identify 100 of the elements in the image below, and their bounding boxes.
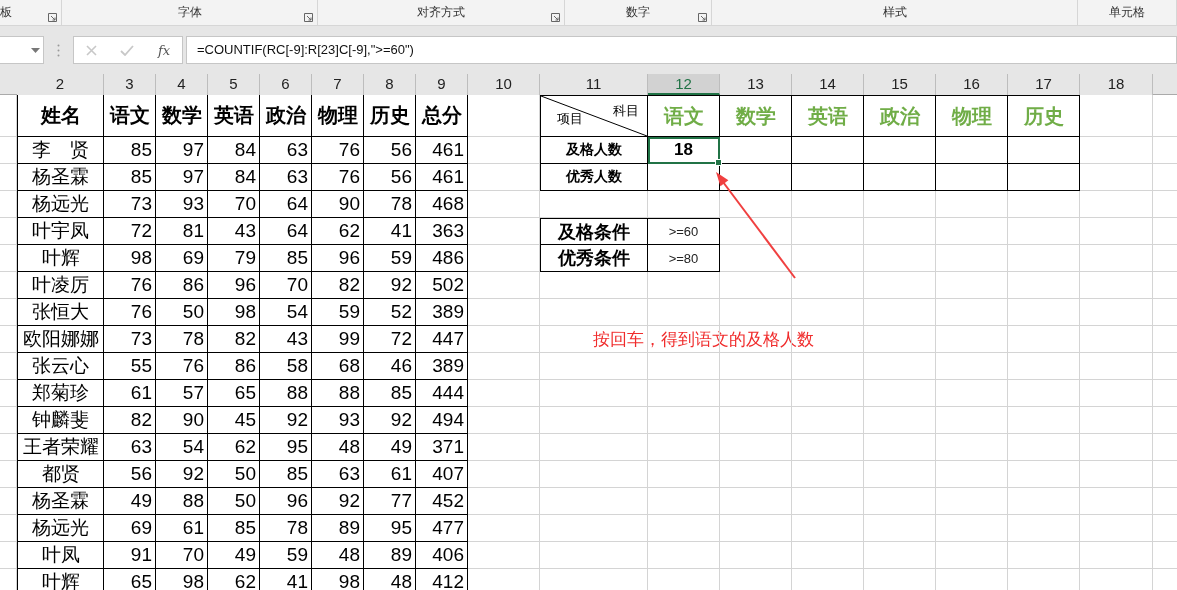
table-cell: 73 bbox=[104, 326, 156, 353]
table-cell: 56 bbox=[364, 164, 416, 191]
column-header[interactable]: 4 bbox=[156, 74, 208, 95]
table-cell: 61 bbox=[104, 380, 156, 407]
table-cell: 61 bbox=[364, 461, 416, 488]
column-header[interactable]: 13 bbox=[720, 74, 792, 95]
table-cell: 70 bbox=[208, 191, 260, 218]
table-cell: 502 bbox=[416, 272, 468, 299]
fill-handle[interactable] bbox=[715, 159, 722, 166]
table-cell: 56 bbox=[364, 137, 416, 164]
dialog-launcher-icon[interactable] bbox=[551, 13, 560, 22]
table-cell: 叶辉 bbox=[17, 245, 104, 272]
table-cell: 54 bbox=[156, 434, 208, 461]
column-header[interactable]: 8 bbox=[364, 74, 416, 95]
table-cell: 63 bbox=[260, 137, 312, 164]
table-cell: 447 bbox=[416, 326, 468, 353]
table-header-cell: 总分 bbox=[416, 95, 468, 137]
column-header[interactable]: 11 bbox=[540, 74, 648, 95]
table-cell: 76 bbox=[156, 353, 208, 380]
table-cell: 61 bbox=[156, 515, 208, 542]
column-header[interactable]: 12 bbox=[648, 74, 720, 95]
result-cell[interactable] bbox=[864, 137, 936, 164]
result-cell[interactable] bbox=[792, 137, 864, 164]
column-header[interactable]: 14 bbox=[792, 74, 864, 95]
table-cell: 444 bbox=[416, 380, 468, 407]
table-cell: 88 bbox=[260, 380, 312, 407]
dialog-launcher-icon[interactable] bbox=[48, 13, 57, 22]
result-cell[interactable] bbox=[1008, 137, 1080, 164]
table-cell: 58 bbox=[260, 353, 312, 380]
grip-icon bbox=[57, 43, 60, 57]
column-header[interactable]: 18 bbox=[1080, 74, 1153, 95]
table-header-cell: 姓名 bbox=[17, 95, 104, 137]
table-cell: 82 bbox=[208, 326, 260, 353]
table-cell: 49 bbox=[364, 434, 416, 461]
table-cell: 78 bbox=[364, 191, 416, 218]
table-cell: 64 bbox=[260, 191, 312, 218]
result-cell[interactable] bbox=[720, 137, 792, 164]
ribbon-group-label: 对齐方式 bbox=[417, 4, 465, 21]
table-cell: 89 bbox=[312, 515, 364, 542]
column-header[interactable]: 7 bbox=[312, 74, 364, 95]
result-cell[interactable] bbox=[1008, 164, 1080, 191]
table-cell: 杨圣霖 bbox=[17, 164, 104, 191]
table-cell: 86 bbox=[208, 353, 260, 380]
table-cell: 王者荣耀 bbox=[17, 434, 104, 461]
formula-field[interactable]: =COUNTIF(RC[-9]:R[23]C[-9],">=60") bbox=[186, 36, 1177, 64]
table-cell: 76 bbox=[312, 137, 364, 164]
table-cell: 杨远光 bbox=[17, 191, 104, 218]
subject-header-cell: 英语 bbox=[792, 95, 864, 137]
criteria-label-cell: 优秀条件 bbox=[540, 245, 648, 272]
result-cell[interactable]: 18 bbox=[648, 137, 720, 164]
table-cell: 82 bbox=[312, 272, 364, 299]
table-cell: 65 bbox=[208, 380, 260, 407]
table-cell: 93 bbox=[312, 407, 364, 434]
ribbon-group-label: 字体 bbox=[177, 4, 202, 21]
result-cell[interactable] bbox=[648, 164, 720, 191]
table-cell: 郑菊珍 bbox=[17, 380, 104, 407]
column-header[interactable]: 10 bbox=[468, 74, 540, 95]
result-cell[interactable] bbox=[864, 164, 936, 191]
insert-function-button[interactable]: fx bbox=[158, 42, 171, 58]
table-cell: 70 bbox=[156, 542, 208, 569]
table-cell: 69 bbox=[104, 515, 156, 542]
table-cell: 张云心 bbox=[17, 353, 104, 380]
column-header[interactable]: 5 bbox=[208, 74, 260, 95]
table-cell: 477 bbox=[416, 515, 468, 542]
column-header[interactable]: 17 bbox=[1008, 74, 1080, 95]
result-cell[interactable] bbox=[936, 164, 1008, 191]
table-cell: 363 bbox=[416, 218, 468, 245]
result-cell[interactable] bbox=[720, 164, 792, 191]
subject-header-cell: 语文 bbox=[648, 95, 720, 137]
table-cell: 494 bbox=[416, 407, 468, 434]
table-cell: 76 bbox=[104, 299, 156, 326]
dropdown-caret-icon[interactable] bbox=[31, 47, 40, 53]
column-header[interactable]: 3 bbox=[104, 74, 156, 95]
result-cell[interactable] bbox=[936, 137, 1008, 164]
table-cell: 88 bbox=[156, 488, 208, 515]
column-header[interactable]: 6 bbox=[260, 74, 312, 95]
table-cell: 48 bbox=[312, 434, 364, 461]
check-icon[interactable] bbox=[120, 44, 135, 56]
table-cell: 43 bbox=[208, 218, 260, 245]
table-cell: 389 bbox=[416, 299, 468, 326]
table-cell: 41 bbox=[364, 218, 416, 245]
table-cell: 95 bbox=[364, 515, 416, 542]
table-cell: 92 bbox=[364, 272, 416, 299]
dialog-launcher-icon[interactable] bbox=[698, 13, 707, 22]
table-cell: 77 bbox=[364, 488, 416, 515]
column-header[interactable]: 16 bbox=[936, 74, 1008, 95]
table-cell: 46 bbox=[364, 353, 416, 380]
row-axis-label: 项目 bbox=[557, 110, 583, 128]
table-cell: 叶凌厉 bbox=[17, 272, 104, 299]
result-cell[interactable] bbox=[792, 164, 864, 191]
column-header[interactable]: 9 bbox=[416, 74, 468, 95]
column-header[interactable]: 15 bbox=[864, 74, 936, 95]
table-cell: 49 bbox=[104, 488, 156, 515]
table-cell: 85 bbox=[260, 245, 312, 272]
column-header[interactable]: 2 bbox=[17, 74, 104, 95]
table-cell: 85 bbox=[260, 461, 312, 488]
table-cell: 98 bbox=[104, 245, 156, 272]
table-cell: 95 bbox=[260, 434, 312, 461]
table-cell: 52 bbox=[364, 299, 416, 326]
dialog-launcher-icon[interactable] bbox=[304, 13, 313, 22]
